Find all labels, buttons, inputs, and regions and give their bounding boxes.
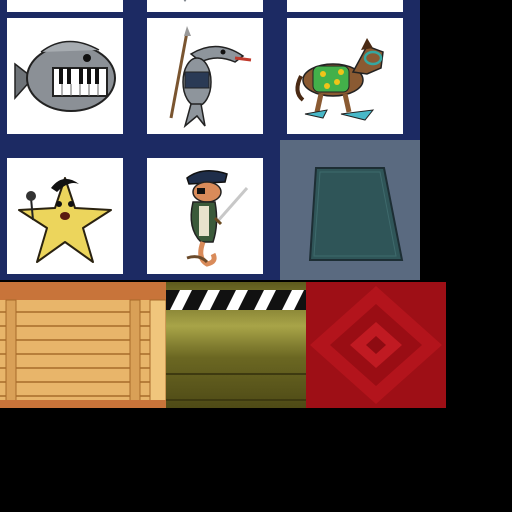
card-piano-fish [7, 18, 123, 134]
red-velvet-texture [306, 282, 446, 408]
elvis-starfish-icon [18, 177, 112, 263]
swordfish-warrior-icon [169, 26, 252, 129]
texture-atlas [0, 0, 512, 512]
clapper-stripes [166, 282, 306, 408]
partial-character-icon [183, 0, 187, 2]
card-top-right-peek [287, 0, 403, 12]
pirate-seahorse-icon [186, 170, 249, 267]
card-elvis-starfish [7, 158, 123, 274]
card-slot-recess [308, 167, 404, 261]
card-top-left-peek [7, 0, 123, 12]
card-swordfish-warrior [147, 18, 263, 134]
scuba-horse-icon [295, 38, 384, 121]
velvet-diamond-pattern [306, 282, 446, 408]
wood-slats [0, 282, 166, 408]
piano-fish-icon [14, 40, 116, 112]
clapperboard-texture [166, 282, 306, 408]
card-scuba-horse [287, 18, 403, 134]
card-pirate-seahorse [147, 158, 263, 274]
card-top-middle-peek [147, 0, 263, 12]
wood-crate-texture [0, 282, 166, 408]
empty-card-slot [280, 140, 420, 280]
